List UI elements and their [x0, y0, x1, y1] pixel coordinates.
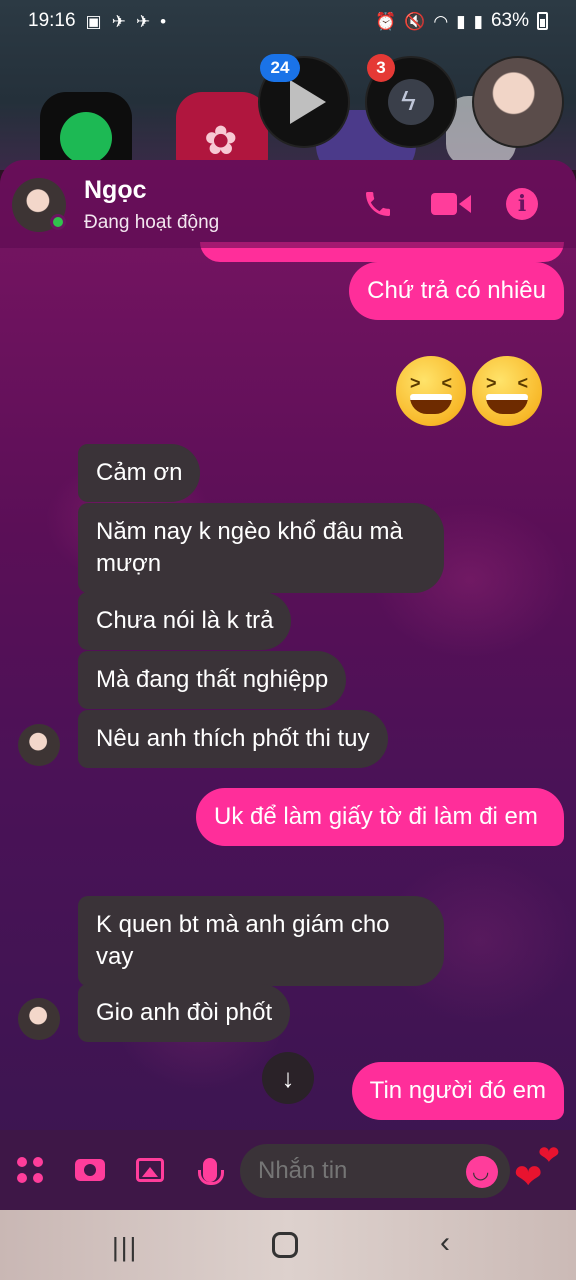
gallery-notification-icon: ▣ — [85, 11, 102, 31]
back-icon[interactable]: ‹ — [440, 1226, 450, 1260]
status-time: 19:16 — [28, 10, 76, 31]
video-call-button[interactable] — [430, 186, 472, 222]
messenger-chat-head[interactable]: 3 — [365, 54, 457, 148]
signal-icon: ▮ — [473, 11, 483, 31]
chat-header: Ngọc Đang hoạt động i — [0, 160, 576, 248]
messenger-icon — [388, 79, 434, 125]
messenger-badge: 3 — [367, 54, 395, 82]
microphone-icon — [198, 1158, 224, 1185]
heart-icon: ❤ — [538, 1140, 560, 1170]
message-bubble-incoming[interactable]: Nêu anh thích phốt thi tuy — [78, 710, 388, 768]
gallery-button[interactable] — [132, 1152, 168, 1188]
app-notification-icon: ✈ — [111, 11, 126, 31]
apps-button[interactable] — [12, 1152, 48, 1188]
chat-panel: Ngọc Đang hoạt động i Chứ trả có nhiêu >… — [0, 160, 576, 1210]
online-indicator — [50, 214, 66, 230]
emoji-icon[interactable] — [466, 1156, 498, 1188]
heart-button[interactable]: ❤ ❤ — [514, 1142, 570, 1202]
video-call-icon — [431, 193, 457, 215]
laughing-emoji-icon: > < — [396, 356, 466, 426]
youtube-chat-head[interactable]: 24 — [258, 54, 350, 148]
message-bubble-incoming[interactable]: Cảm ơn — [78, 444, 201, 502]
phone-icon — [366, 192, 390, 216]
alarm-icon: ⏰ — [375, 11, 397, 31]
contact-status: Đang hoạt động — [84, 212, 220, 233]
voice-button[interactable] — [192, 1152, 228, 1188]
mute-icon: 🔇 — [404, 11, 426, 31]
info-button[interactable]: i — [504, 186, 540, 222]
system-navigation-bar: ||| ‹ — [0, 1210, 576, 1280]
message-bubble-incoming[interactable]: Chưa nói là k trả — [78, 592, 292, 650]
contact-chat-head[interactable] — [472, 56, 564, 148]
message-bubble-incoming[interactable]: Mà đang thất nghiệpp — [78, 651, 347, 709]
battery-percent: 63% — [490, 10, 529, 31]
status-bar: 19:16 ▣ ✈ ✈ • ⏰ 🔇 ◠ ▮ ▮ 63% — [0, 0, 576, 42]
wifi-icon: ◠ — [433, 11, 449, 31]
sender-avatar[interactable] — [18, 998, 60, 1040]
youtube-badge: 24 — [260, 54, 300, 82]
camera-button[interactable] — [72, 1152, 108, 1188]
message-bubble-outgoing[interactable]: Chứ trả có nhiêu — [349, 262, 564, 320]
sender-avatar[interactable] — [18, 724, 60, 766]
app-notification-icon: ✈ — [135, 11, 151, 31]
play-icon — [290, 80, 326, 124]
home-icon[interactable] — [272, 1232, 298, 1258]
call-button[interactable] — [360, 186, 396, 222]
laughing-emoji-icon: > < — [472, 356, 542, 426]
arrow-down-icon: ↓ — [281, 1062, 295, 1093]
camera-icon — [75, 1159, 105, 1181]
emoji-message[interactable]: > < > < — [396, 356, 542, 426]
info-icon: i — [506, 188, 538, 220]
message-bubble-incoming[interactable]: Năm nay k ngèo khổ đâu mà mượn — [78, 503, 444, 593]
recent-apps-icon[interactable]: ||| — [112, 1232, 138, 1263]
more-notifications-icon: • — [160, 11, 167, 31]
message-bubble-incoming[interactable]: Gio anh đòi phốt — [78, 984, 291, 1042]
message-composer: ❤ ❤ — [0, 1130, 576, 1210]
signal-icon: ▮ — [456, 11, 466, 31]
message-bubble-outgoing[interactable]: Tin người đó em — [351, 1062, 564, 1120]
battery-icon — [537, 12, 548, 30]
contact-name[interactable]: Ngọc — [84, 176, 147, 205]
apps-grid-icon — [17, 1157, 43, 1183]
message-bubble-incoming[interactable]: K quen bt mà anh giám cho vay — [78, 896, 444, 986]
gallery-icon — [136, 1158, 164, 1182]
message-bubble-outgoing[interactable]: Uk để làm giấy tờ đi làm đi em — [196, 788, 564, 846]
scroll-to-bottom-button[interactable]: ↓ — [262, 1052, 314, 1104]
